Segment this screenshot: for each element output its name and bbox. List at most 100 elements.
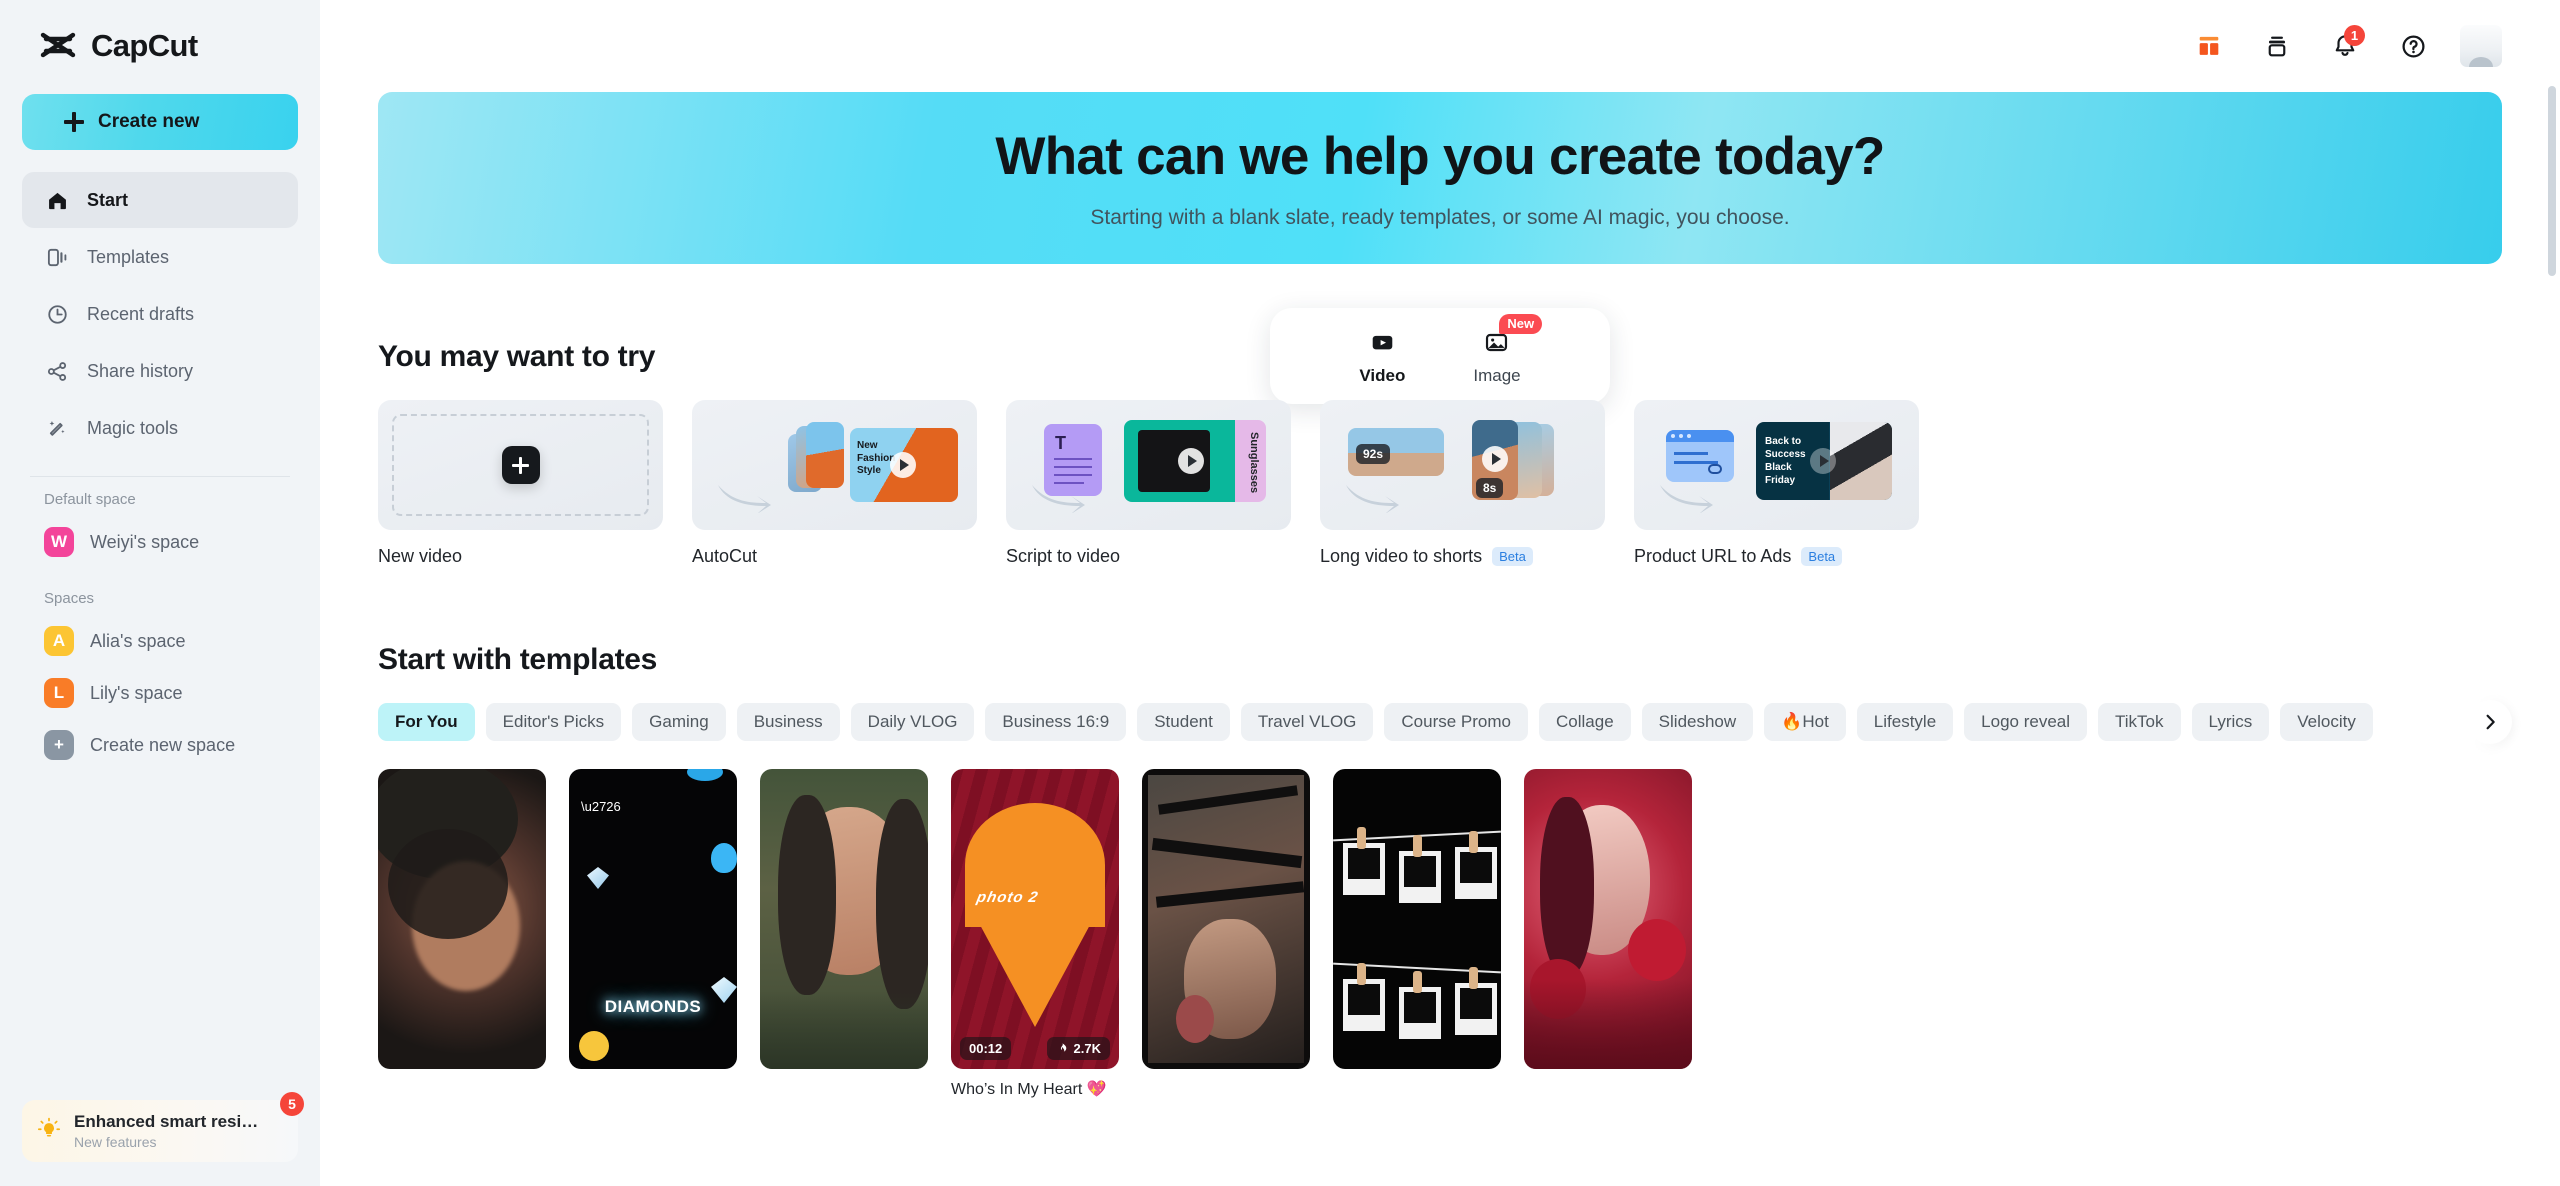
space-item-label: Alia's space (90, 630, 186, 651)
try-card-long-video-to-shorts[interactable]: 92s 8s Long video to shorts Beta (1320, 400, 1605, 567)
template-card[interactable] (378, 769, 546, 1099)
promo-subtitle: New features (74, 1134, 157, 1150)
tab-image[interactable]: Image New (1473, 314, 1543, 386)
template-card[interactable] (760, 769, 928, 1099)
chip-business[interactable]: Business (736, 703, 840, 741)
chip-lyrics[interactable]: Lyrics (2191, 703, 2270, 741)
duration-tag: 92s (1356, 444, 1391, 464)
tab-video-label: Video (1359, 366, 1406, 385)
try-card-label-row: AutoCut (692, 546, 977, 567)
chip-logo-reveal[interactable]: Logo reveal (1964, 703, 2088, 741)
hero-subtitle: Starting with a blank slate, ready templ… (1090, 206, 1790, 229)
chip-hot[interactable]: 🔥Hot (1764, 703, 1846, 741)
template-duration: 00:12 (960, 1037, 1012, 1060)
play-icon (1482, 446, 1508, 472)
try-card-label: Long video to shorts (1320, 546, 1483, 566)
try-card-label: Script to video (1006, 546, 1121, 566)
bell-badge: 1 (2344, 25, 2365, 46)
chip-gaming[interactable]: Gaming (632, 703, 726, 741)
space-avatar: W (44, 527, 74, 557)
template-thumb (1333, 769, 1501, 1069)
try-card-product-url-to-ads[interactable]: Back to Success Black Friday Product URL to… (1634, 400, 1919, 567)
chip-daily-vlog[interactable]: Daily VLOG (850, 703, 975, 741)
main-content: 1 What can we help you create today? Sta… (320, 0, 2560, 1186)
tab-video[interactable]: Video (1358, 326, 1407, 408)
hero-banner: What can we help you create today? Start… (378, 92, 2502, 264)
template-card[interactable] (1333, 769, 1501, 1099)
scrollbar-track[interactable] (2548, 86, 2556, 1178)
play-icon (1810, 448, 1836, 474)
capcut-logo-icon (38, 26, 78, 66)
try-card-autocut[interactable]: New Fashion Style AutoCut (692, 400, 977, 567)
chip-for-you[interactable]: For You (378, 703, 475, 741)
user-avatar[interactable] (2460, 25, 2502, 67)
chip-lifestyle[interactable]: Lifestyle (1856, 703, 1954, 741)
sidebar-item-label: Magic tools (87, 417, 179, 438)
arrow-icon (1656, 479, 1720, 518)
template-card[interactable]: photo 2 00:12 2.7K Who’s In My Heart 💖 (951, 769, 1119, 1099)
space-item-lily[interactable]: L Lily's space (22, 667, 298, 719)
try-card-label: Product URL to Ads (1634, 546, 1792, 566)
fire-icon (1060, 1043, 1066, 1052)
chip-business-16-9[interactable]: Business 16:9 (985, 703, 1127, 741)
try-card-row: New video New Fashion Style AutoCut T Su… (378, 400, 2502, 567)
templates-section-title: Start with templates (378, 643, 658, 676)
chip-tiktok[interactable]: TikTok (2098, 703, 2181, 741)
chevron-right-icon[interactable] (2468, 700, 2512, 744)
dashboard-grid-icon[interactable] (2188, 25, 2230, 67)
tab-image-label: Image (1473, 366, 1521, 385)
archive-box-icon[interactable] (2256, 25, 2298, 67)
help-circle-icon[interactable] (2392, 25, 2434, 67)
space-item-alia[interactable]: A Alia's space (22, 615, 298, 667)
sidebar-item-label: Start (87, 189, 129, 210)
sidebar: CapCut Create new Start Templates Recent… (0, 0, 320, 1186)
promo-banner[interactable]: Enhanced smart resi… New features 5 (22, 1092, 304, 1162)
template-thumb (1142, 769, 1310, 1069)
scrollbar-thumb[interactable] (2548, 86, 2556, 276)
create-new-button[interactable]: Create new (22, 94, 298, 150)
create-new-space-button[interactable]: + Create new space (22, 719, 298, 771)
arrow-icon (714, 479, 778, 518)
sidebar-item-recent-drafts[interactable]: Recent drafts (22, 286, 298, 342)
template-overlay-text: photo 2 (975, 889, 1040, 906)
chip-course-promo[interactable]: Course Promo (1384, 703, 1529, 741)
try-card-thumb: T Sunglasses (1006, 400, 1291, 530)
promo-badge: 5 (280, 1092, 304, 1116)
try-card-thumb: Back to Success Black Friday (1634, 400, 1919, 530)
source-clip-front (806, 422, 844, 488)
promo-title: Enhanced smart resi… (74, 1112, 259, 1131)
browser-window-icon (1666, 430, 1734, 482)
space-item-label: Create new space (90, 734, 236, 755)
chip-student[interactable]: Student (1137, 703, 1230, 741)
sidebar-item-templates[interactable]: Templates (22, 229, 298, 285)
try-card-label-row: New video (378, 546, 663, 567)
spaces-label: Spaces (44, 590, 95, 607)
template-card[interactable] (1142, 769, 1310, 1099)
try-card-thumb: 92s 8s (1320, 400, 1605, 530)
sidebar-item-magic-tools[interactable]: Magic tools (22, 400, 298, 456)
page-content: What can we help you create today? Start… (320, 92, 2560, 1099)
bell-icon[interactable]: 1 (2324, 25, 2366, 67)
try-card-label-row: Product URL to Ads Beta (1634, 546, 1919, 567)
space-item-weiyi[interactable]: W Weiyi's space (22, 516, 298, 568)
promo-texts: Enhanced smart resi… New features (74, 1112, 258, 1150)
template-thumb (1524, 769, 1692, 1069)
chip-slideshow[interactable]: Slideshow (1641, 703, 1754, 741)
sidebar-item-start[interactable]: Start (22, 172, 298, 228)
template-card[interactable] (1524, 769, 1692, 1099)
chip-velocity[interactable]: Velocity (2280, 703, 2373, 741)
chip-collage[interactable]: Collage (1539, 703, 1631, 741)
chip-editors-picks[interactable]: Editor's Picks (485, 703, 622, 741)
try-card-label: New video (378, 546, 463, 566)
template-thumb (760, 769, 928, 1069)
try-card-script-to-video[interactable]: T Sunglasses Script to video (1006, 400, 1291, 567)
sidebar-item-share-history[interactable]: Share history (22, 343, 298, 399)
try-card-new-video[interactable]: New video (378, 400, 663, 567)
topbar: 1 (320, 0, 2560, 92)
default-space-label: Default space (44, 491, 136, 508)
template-title: Who’s In My Heart 💖 (951, 1081, 1107, 1098)
space-avatar: L (44, 678, 74, 708)
template-card[interactable]: \u2726 DIAMONDS (569, 769, 737, 1099)
brand: CapCut (22, 0, 298, 92)
chip-travel-vlog[interactable]: Travel VLOG (1240, 703, 1374, 741)
